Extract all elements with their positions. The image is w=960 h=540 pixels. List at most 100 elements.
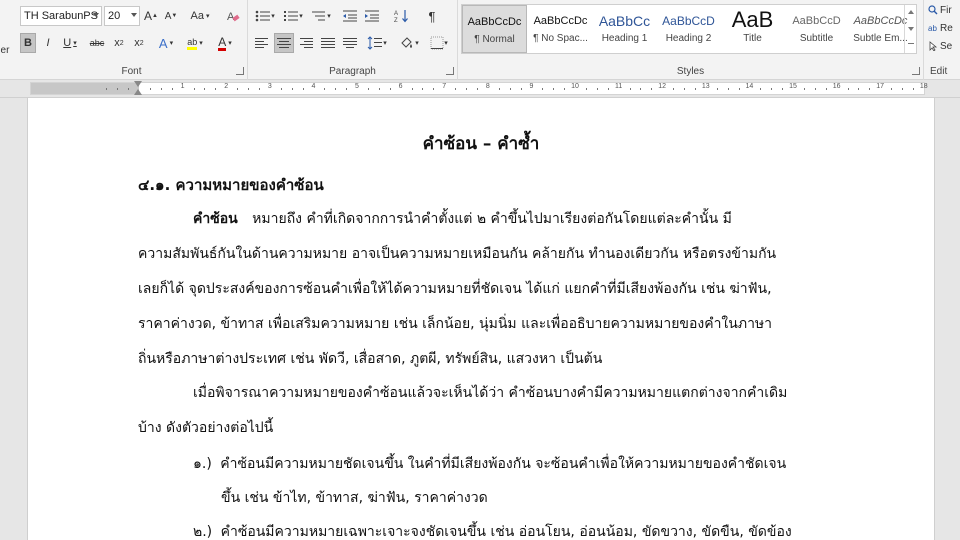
ruler-tick [378, 88, 380, 90]
styles-dialog-launcher-icon[interactable] [912, 67, 920, 75]
style-normal[interactable]: AaBbCcDc ¶ Normal [462, 5, 527, 53]
italic-button[interactable]: I [40, 33, 56, 53]
paragraph-line: ราคาค่างวด, ข้าทาส เพื่อเสริมความหมาย เช… [138, 316, 773, 332]
ruler-tick [727, 88, 729, 90]
ruler-number: 16 [832, 83, 841, 90]
style-heading-1[interactable]: AaBbCc Heading 1 [592, 5, 657, 53]
increase-indent-icon [365, 10, 379, 22]
select-cursor-icon [929, 41, 938, 51]
subscript-button[interactable]: x2 [110, 33, 128, 53]
ruler-tick [673, 88, 675, 90]
ruler-tick [193, 88, 195, 90]
line-spacing-button[interactable]: ▾ [364, 33, 390, 53]
clear-formatting-button[interactable]: A [223, 6, 243, 26]
clear-formatting-icon: A [227, 11, 240, 23]
superscript-button[interactable]: x2 [130, 33, 148, 53]
underline-button[interactable]: U ▾ [58, 33, 82, 53]
chevron-up-icon[interactable] [908, 10, 914, 14]
shading-button[interactable]: ▾ [396, 33, 422, 53]
ruler-tick [651, 88, 653, 90]
distributed-button[interactable] [340, 33, 360, 53]
justify-button[interactable] [318, 33, 338, 53]
change-case-button[interactable]: Aa ▾ [186, 6, 214, 26]
ruler-tick [106, 88, 108, 90]
editing-group: Fir ab Re Se Edit [924, 0, 960, 80]
font-color-button[interactable]: A ▾ [212, 33, 238, 53]
text-effects-button[interactable]: A ▾ [154, 33, 178, 53]
clipboard-clip-text: er [0, 44, 10, 56]
style-name: ¶ Normal [474, 34, 515, 45]
ruler-tick [564, 88, 566, 90]
ruler-tick [814, 88, 816, 90]
ruler-tick [771, 88, 773, 90]
document-page[interactable]: คำซ้อน – คำซ้ำ ๔.๑. ความหมายของคำซ้อน คำ… [27, 98, 935, 540]
hanging-indent-marker-icon[interactable] [134, 89, 142, 95]
ribbon: er TH SarabunPS 20 A▲ A▼ Aa▾ A B I U [0, 0, 960, 80]
ruler-tick [346, 88, 348, 90]
text-effects-icon: A [158, 35, 168, 51]
ruler-tick [585, 88, 587, 90]
first-line-indent-marker-icon[interactable] [134, 81, 142, 87]
font-group: TH SarabunPS 20 A ▲ A ▼ Aa ▾ A B I U ▾ abc [16, 0, 248, 80]
ruler-tick [324, 88, 326, 90]
style-heading-2[interactable]: AaBbCcD Heading 2 [656, 5, 721, 53]
more-styles-icon[interactable] [908, 43, 914, 44]
ruler-tick [498, 88, 500, 90]
ruler-tick [455, 88, 457, 90]
multilevel-list-button[interactable]: ▾ [308, 6, 334, 26]
borders-icon [430, 36, 444, 50]
ruler-tick [171, 88, 173, 90]
font-size-dropdown[interactable]: 20 [104, 6, 140, 26]
ruler-tick [684, 88, 685, 90]
find-button[interactable]: Fir [928, 2, 952, 18]
ruler-tick [803, 88, 805, 90]
style-no-spacing[interactable]: AaBbCcDc ¶ No Spac... [528, 5, 593, 53]
font-name-dropdown[interactable]: TH SarabunPS [20, 6, 102, 26]
change-case-icon: Aa [190, 10, 204, 22]
ruler-tick [476, 88, 478, 90]
paragraph-group-label: Paragraph [329, 66, 376, 77]
strikethrough-label: abc [89, 38, 105, 48]
bold-button[interactable]: B [20, 33, 36, 53]
list-marker: ๒.) [193, 524, 213, 540]
align-right-button[interactable] [296, 33, 316, 53]
font-dialog-launcher-icon[interactable] [236, 67, 244, 75]
select-button[interactable]: Se [928, 38, 952, 54]
svg-text:ab: ab [928, 24, 937, 33]
chevron-down-icon[interactable] [908, 27, 914, 31]
ruler-number: 18 [919, 83, 928, 90]
ruler-tick [466, 88, 467, 90]
pilcrow-icon: ¶ [428, 8, 436, 24]
replace-button[interactable]: ab Re [928, 20, 953, 36]
style-subtitle[interactable]: AaBbCcD Subtitle [784, 5, 849, 53]
styles-gallery-scroll[interactable] [904, 5, 916, 53]
borders-button[interactable]: ▾ [426, 33, 452, 53]
ruler-tick [891, 88, 893, 90]
grow-font-icon: A [144, 9, 153, 23]
shrink-font-button[interactable]: A ▼ [162, 6, 180, 26]
editing-group-label: Edit [930, 66, 948, 77]
show-formatting-button[interactable]: ¶ [422, 6, 442, 26]
decrease-indent-button[interactable] [340, 6, 360, 26]
style-name: Heading 1 [601, 33, 648, 44]
bullets-button[interactable]: ▾ [252, 6, 278, 26]
style-title[interactable]: AaB Title [720, 5, 785, 53]
style-preview: AaBbCcDc [467, 16, 522, 28]
paragraph-dialog-launcher-icon[interactable] [446, 67, 454, 75]
sort-button[interactable]: AZ [392, 6, 412, 26]
grow-font-button[interactable]: A ▲ [142, 6, 160, 26]
find-label: Fir [940, 4, 952, 16]
ruler-strip[interactable]: 1 2 3 4 5 6 7 8 9 10 11 12 13 14 15 16 17 18 [30, 82, 928, 95]
font-color-icon: A [218, 34, 227, 51]
align-center-button[interactable] [274, 33, 294, 53]
ruler-tick [542, 88, 544, 90]
highlight-icon: ab [187, 37, 198, 50]
shading-icon [401, 37, 413, 48]
paragraph-line: บ้าง ดังตัวอย่างต่อไปนี้ [138, 420, 274, 436]
align-left-button[interactable] [252, 33, 272, 53]
list-text: คำซ้อนมีความหมายชัดเจนขึ้น ในคำที่มีเสีย… [220, 456, 787, 472]
strikethrough-button[interactable]: abc [86, 33, 108, 53]
numbering-button[interactable]: ▾ [280, 6, 306, 26]
highlight-button[interactable]: ab ▾ [182, 33, 208, 53]
increase-indent-button[interactable] [362, 6, 382, 26]
